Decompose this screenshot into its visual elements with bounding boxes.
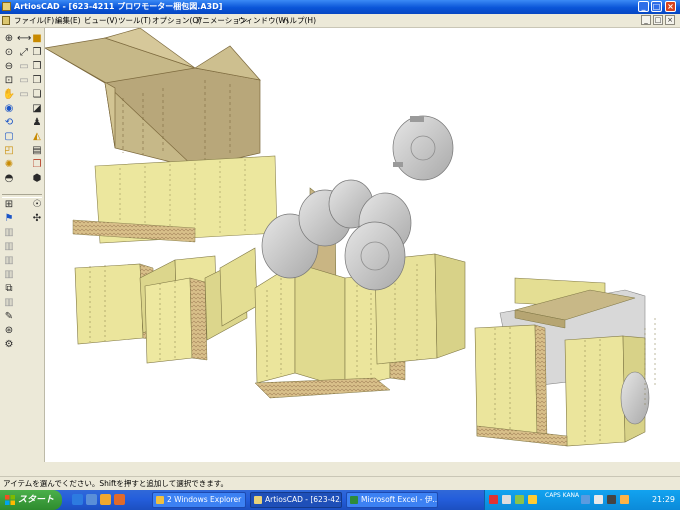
tray-network-icon[interactable]: [515, 495, 524, 504]
top-view-icon[interactable]: ▭: [17, 74, 31, 88]
outer-box[interactable]: [45, 28, 261, 169]
side-view-icon[interactable]: ▭: [17, 88, 31, 102]
ime-mode-indicator: CAPS KANA: [545, 492, 580, 499]
zoom-window-icon[interactable]: ⊡: [2, 74, 16, 88]
minimize-button[interactable]: _: [638, 1, 649, 12]
box-view-icon[interactable]: ❒: [30, 46, 44, 60]
window-titlebar[interactable]: ArtiosCAD - [623-4211 プロワモーター梱包図.A3D] _ …: [0, 0, 680, 14]
tray-tool-icon[interactable]: [528, 495, 537, 504]
render-icon[interactable]: ◭: [30, 130, 44, 144]
viewport-bottom-gutter: [0, 462, 680, 476]
solid-view-icon[interactable]: ■: [30, 32, 44, 46]
pencil-icon[interactable]: ✎: [2, 310, 16, 324]
tray-security-icon[interactable]: [607, 495, 616, 504]
eye-icon[interactable]: ◓: [2, 172, 16, 186]
snap-icon[interactable]: ☉: [30, 198, 44, 212]
perspective-icon[interactable]: ▢: [2, 130, 16, 144]
eye-view-icon[interactable]: ◉: [2, 102, 16, 116]
fold-icon[interactable]: ◰: [2, 144, 16, 158]
wireframe-icon[interactable]: ❒: [30, 74, 44, 88]
zoom-out-icon[interactable]: ⊖: [2, 60, 16, 74]
measure-icon[interactable]: ⧉: [2, 282, 16, 296]
fit-width-icon[interactable]: ⟷: [17, 32, 31, 46]
quicklaunch-desktop-icon[interactable]: [86, 494, 97, 505]
disabled-tool-4-icon[interactable]: ▥: [2, 268, 16, 282]
window-title: ArtiosCAD - [623-4211 プロワモーター梱包図.A3D]: [14, 2, 223, 11]
mdi-restore-button[interactable]: □: [653, 15, 663, 25]
disabled-tool-1-icon[interactable]: ▥: [2, 226, 16, 240]
menu-bar: ファイル(F) 編集(E) ビュー(V) ツール(T) オプション(O) アニメ…: [0, 14, 680, 28]
texture-icon[interactable]: ▤: [30, 144, 44, 158]
right-pack[interactable]: [474, 277, 656, 447]
menu-help[interactable]: ヘルプ(H): [282, 14, 316, 27]
iso-view-icon[interactable]: ❒: [30, 60, 44, 74]
taskbar-item-label: Microsoft Excel - 伊...: [361, 495, 438, 504]
disabled-tool-2-icon[interactable]: ▥: [2, 240, 16, 254]
tools-icon[interactable]: ✣: [30, 212, 44, 226]
light-icon[interactable]: ✺: [2, 158, 16, 172]
windows-taskbar: スタート 2 Windows Explorer ArtiosCAD - [623…: [0, 490, 680, 510]
artioscad-app-icon[interactable]: [2, 2, 11, 11]
quicklaunch-folder-icon[interactable]: [100, 494, 111, 505]
close-button[interactable]: ×: [665, 1, 676, 12]
windows-flag-icon: [5, 495, 15, 505]
status-message: アイテムを選んでください。Shiftを押すと追加して選択できます。: [3, 479, 228, 488]
tray-usb-icon[interactable]: [594, 495, 603, 504]
insert-icon[interactable]: ⊞: [2, 198, 16, 212]
tray-speaker-icon[interactable]: [581, 495, 590, 504]
flag-icon[interactable]: ⚑: [2, 212, 16, 226]
maximize-button[interactable]: □: [651, 1, 662, 12]
taskbar-item-label: 2 Windows Explorer: [167, 495, 242, 504]
partition-frame[interactable]: [72, 155, 278, 244]
center-pack[interactable]: [254, 115, 466, 399]
start-label: スタート: [18, 495, 55, 505]
settings-icon[interactable]: ⚙: [2, 338, 16, 352]
mdi-close-button[interactable]: ×: [665, 15, 675, 25]
menu-options[interactable]: オプション(O): [152, 14, 201, 27]
pan-hand-icon[interactable]: ✋: [2, 88, 16, 102]
tray-ime-icon[interactable]: [502, 495, 511, 504]
status-bar: アイテムを選んでください。Shiftを押すと追加して選択できます。: [0, 476, 680, 491]
3d-viewport[interactable]: [45, 28, 680, 462]
disabled-tool-5-icon[interactable]: ▥: [2, 296, 16, 310]
taskbar-item-artioscad[interactable]: ArtiosCAD - [623-42...: [250, 492, 342, 508]
start-button[interactable]: スタート: [0, 490, 62, 510]
menu-file[interactable]: ファイル(F): [14, 14, 54, 27]
document-icon[interactable]: [2, 16, 10, 25]
system-tray: CAPS KANA 21:29: [484, 490, 680, 510]
view-toolbar: ⊕ ⊙ ⊖ ⊡ ✋ ◉ ⟲ ▢ ◰ ✺ ◓ ⟷ ⤢ ▭ ▭ ▭ ■ ❒ ❒ ❒ …: [0, 28, 45, 462]
disabled-tool-3-icon[interactable]: ▥: [2, 254, 16, 268]
hidden-line-icon[interactable]: ❏: [30, 88, 44, 102]
left-partition-set[interactable]: [74, 247, 258, 364]
folder-icon: [156, 496, 164, 504]
rotate-view-icon[interactable]: ⟲: [2, 116, 16, 130]
menu-tools[interactable]: ツール(T): [118, 14, 151, 27]
front-view-icon[interactable]: ▭: [17, 60, 31, 74]
artioscad-icon: [254, 496, 262, 504]
tray-alert-icon[interactable]: [489, 495, 498, 504]
tray-update-icon[interactable]: [620, 495, 629, 504]
fit-height-icon[interactable]: ⤢: [17, 46, 31, 60]
clock[interactable]: 21:29: [652, 490, 675, 510]
menu-view[interactable]: ビュー(V): [84, 14, 117, 27]
taskbar-item-label: ArtiosCAD - [623-42...: [265, 495, 342, 504]
quicklaunch-ie-icon[interactable]: [72, 494, 83, 505]
quicklaunch-firefox-icon[interactable]: [114, 494, 125, 505]
taskbar-item-excel[interactable]: Microsoft Excel - 伊...: [346, 492, 438, 508]
mdi-minimize-button[interactable]: _: [641, 15, 651, 25]
globe-icon[interactable]: ⊛: [2, 324, 16, 338]
excel-icon: [350, 496, 358, 504]
shaded-icon[interactable]: ◪: [30, 102, 44, 116]
unfold-icon[interactable]: ❐: [30, 158, 44, 172]
taskbar-item-explorer[interactable]: 2 Windows Explorer: [152, 492, 246, 508]
zoom-previous-icon[interactable]: ⊙: [2, 46, 16, 60]
person-icon[interactable]: ♟: [30, 116, 44, 130]
rotate-3d-icon[interactable]: ⬢: [30, 172, 44, 186]
zoom-in-icon[interactable]: ⊕: [2, 32, 16, 46]
menu-edit[interactable]: 編集(E): [55, 14, 81, 27]
